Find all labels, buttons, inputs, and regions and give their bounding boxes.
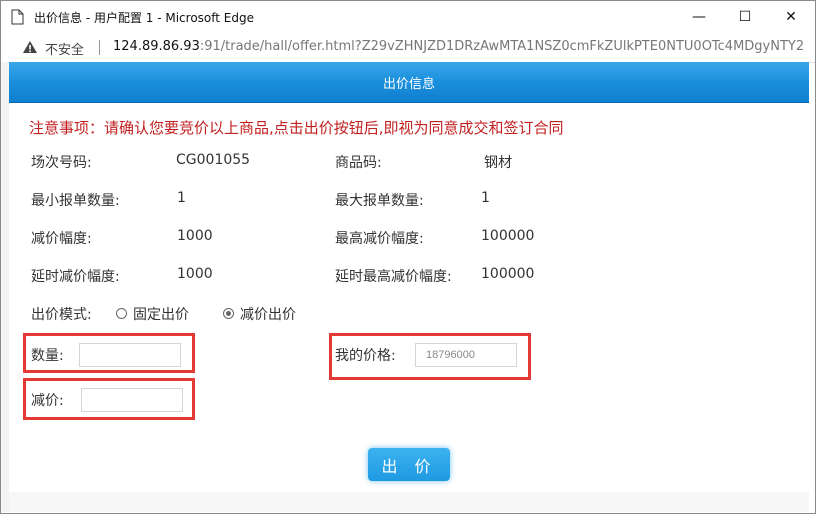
minimize-icon: — — [692, 9, 706, 25]
browser-window: 出价信息 - 用户配置 1 - Microsoft Edge — ☐ ✕ 不安全… — [0, 0, 816, 514]
dialog-footer-strip — [9, 492, 809, 512]
close-button[interactable]: ✕ — [768, 1, 814, 33]
delay-max-reduce-value: 100000 — [481, 266, 535, 282]
close-icon: ✕ — [785, 9, 797, 25]
dialog-title: 出价信息 — [9, 62, 809, 103]
notice-text: 注意事项：请确认您要竞价以上商品,点击出价按钮后,即视为同意成交和签订合同 — [29, 119, 564, 137]
delay-max-reduce-label: 延时最高减价幅度: — [335, 269, 452, 285]
min-qty-label: 最小报单数量: — [31, 193, 120, 209]
reduce-label: 减价: — [31, 393, 64, 409]
url-host: 124.89.86.93 — [113, 39, 200, 54]
reduce-step-value: 1000 — [177, 228, 213, 244]
bid-dialog: 出价信息 注意事项：请确认您要竞价以上商品,点击出价按钮后,即视为同意成交和签订… — [9, 62, 809, 492]
bid-submit-button[interactable]: 出 价 — [368, 448, 450, 481]
quantity-label: 数量: — [31, 348, 64, 364]
security-status[interactable]: 不安全 — [45, 39, 84, 58]
url-field[interactable]: 124.89.86.93:91/trade/hall/offer.html?Z2… — [113, 39, 803, 54]
background-page — [1, 62, 9, 512]
reduce-input[interactable] — [81, 388, 183, 412]
radio-fixed-bid[interactable] — [116, 308, 127, 319]
title-bar: 出价信息 - 用户配置 1 - Microsoft Edge — ☐ ✕ — [1, 1, 815, 33]
address-divider — [99, 40, 100, 55]
url-path: :91/trade/hall/offer.html?Z29vZHNJZD1DRz… — [199, 39, 803, 54]
radio-fixed-bid-label[interactable]: 固定出价 — [133, 304, 189, 324]
minimize-button[interactable]: — — [676, 1, 722, 33]
max-qty-value: 1 — [481, 190, 490, 206]
bid-mode-label: 出价模式: — [31, 307, 92, 323]
maximize-button[interactable]: ☐ — [722, 1, 768, 33]
address-bar[interactable]: 不安全 124.89.86.93:91/trade/hall/offer.htm… — [1, 33, 815, 63]
page-icon — [11, 9, 24, 25]
product-code-value: 钢材 — [484, 155, 512, 171]
radio-reduce-bid-label[interactable]: 减价出价 — [240, 304, 296, 324]
max-reduce-value: 100000 — [481, 228, 535, 244]
maximize-icon: ☐ — [738, 9, 752, 25]
radio-reduce-bid[interactable] — [223, 308, 234, 319]
delay-reduce-value: 1000 — [177, 266, 213, 282]
window-title: 出价信息 - 用户配置 1 - Microsoft Edge — [34, 11, 254, 25]
max-reduce-label: 最高减价幅度: — [335, 231, 424, 247]
my-price-input[interactable]: 18796000 — [415, 343, 517, 367]
max-qty-label: 最大报单数量: — [335, 193, 424, 209]
session-no-label: 场次号码: — [31, 155, 92, 171]
session-no-value: CG001055 — [176, 152, 251, 168]
quantity-input[interactable] — [79, 343, 181, 367]
delay-reduce-label: 延时减价幅度: — [31, 269, 120, 285]
min-qty-value: 1 — [177, 190, 186, 206]
product-code-label: 商品码: — [335, 155, 382, 171]
my-price-label: 我的价格: — [335, 348, 396, 364]
warning-icon[interactable] — [22, 40, 38, 54]
reduce-step-label: 减价幅度: — [31, 231, 92, 247]
